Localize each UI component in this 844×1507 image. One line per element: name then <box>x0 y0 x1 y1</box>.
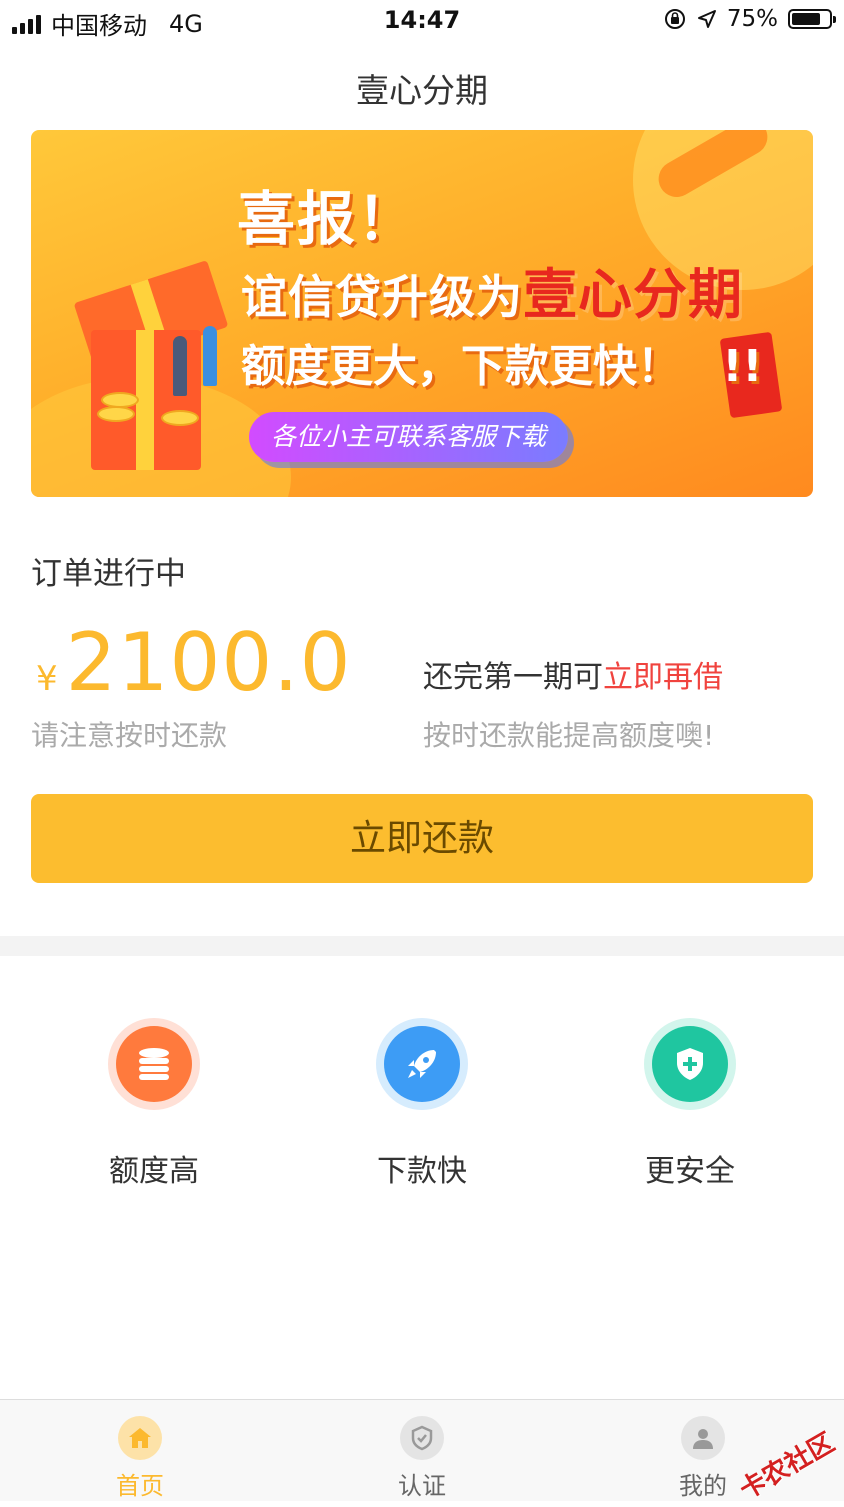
tab-label: 首页 <box>116 1472 164 1500</box>
banner-line2-highlight: 壹心分期 <box>523 263 743 326</box>
tab-label: 认证 <box>398 1472 446 1500</box>
banner-line2: 谊信贷升级为壹心分期 <box>241 250 743 329</box>
feature-label: 下款快 <box>377 1154 467 1189</box>
feature-icon-ring <box>108 1018 200 1110</box>
home-icon <box>118 1416 162 1460</box>
banner-line3: 额度更大，下款更快！ !! <box>241 330 762 394</box>
bottom-tab-bar: 首页 认证 我的 卡农社区 <box>0 1399 844 1506</box>
rotation-lock-icon <box>664 9 685 29</box>
feature-icon-ring <box>376 1018 468 1110</box>
feature-label: 额度高 <box>109 1154 199 1189</box>
page-title: 壹心分期 <box>356 71 488 110</box>
banner-exclaim: !! <box>722 341 763 392</box>
reborrow-prefix: 还完第一期可 <box>423 660 603 695</box>
amount-value: 2100.0 <box>65 616 352 709</box>
currency-symbol: ¥ <box>36 659 58 699</box>
credit-tip: 按时还款能提高额度噢! <box>423 719 715 752</box>
repay-now-button[interactable]: 立即还款 <box>31 794 813 883</box>
status-bar: 中国移动 4G 14:47 75% <box>0 0 844 44</box>
tab-verify[interactable]: 认证 <box>362 1416 482 1501</box>
shield-plus-icon <box>652 1026 728 1102</box>
reborrow-link[interactable]: 立即再借 <box>603 660 723 695</box>
banner-pill: 各位小主可联系客服下载 <box>249 412 569 462</box>
order-status: 订单进行中 <box>31 556 186 592</box>
banner-line3-text: 额度更大，下款更快！ <box>241 341 681 392</box>
user-icon <box>681 1416 725 1460</box>
feature-more-secure: 更安全 <box>600 1018 780 1190</box>
loan-amount: ¥ 2100.0 <box>36 616 352 709</box>
tab-home[interactable]: 首页 <box>80 1416 200 1501</box>
banner-line2-prefix: 谊信贷升级为 <box>241 270 523 324</box>
status-right: 75% <box>663 6 836 32</box>
section-divider <box>0 936 844 956</box>
battery-percent: 75% <box>726 6 778 32</box>
battery-icon <box>788 9 836 29</box>
coin-illustration <box>97 406 135 422</box>
banner-headline: 喜报！ <box>237 185 418 253</box>
reborrow-text: 还完第一期可立即再借 <box>423 652 723 696</box>
person-illustration <box>203 326 217 386</box>
feature-icon-ring <box>644 1018 736 1110</box>
repay-notice: 请注意按时还款 <box>31 719 228 752</box>
feature-high-limit: 额度高 <box>64 1018 244 1190</box>
rocket-icon <box>384 1026 460 1102</box>
feature-label: 更安全 <box>645 1154 735 1189</box>
location-icon <box>697 10 716 28</box>
promo-banner[interactable]: 喜报！ 谊信贷升级为壹心分期 额度更大，下款更快！ !! 各位小主可联系客服下载 <box>31 130 813 497</box>
coins-stack-icon <box>116 1026 192 1102</box>
person-illustration <box>173 336 187 396</box>
coin-illustration <box>161 410 199 426</box>
shield-icon <box>400 1416 444 1460</box>
feature-fast-loan: 下款快 <box>332 1018 512 1190</box>
